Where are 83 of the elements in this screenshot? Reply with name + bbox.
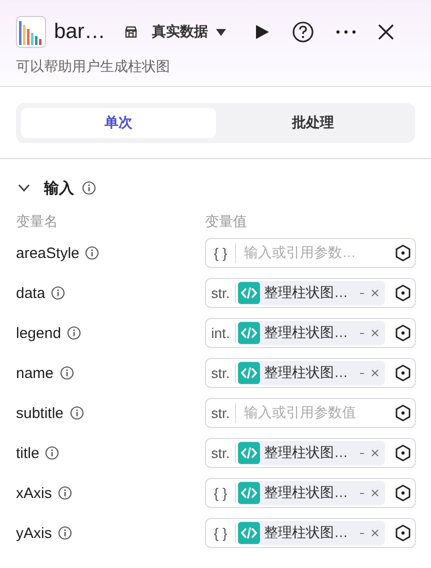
variable-name: areaStyle [16, 244, 80, 262]
input-field[interactable]: str. 整理柱状图… [205, 278, 416, 308]
data-mode-dropdown[interactable]: 真实数据 [152, 23, 226, 41]
variable-name: xAxis [16, 484, 52, 502]
input-field[interactable]: { } 整理柱状图… [205, 478, 416, 508]
code-icon [238, 322, 260, 344]
variable-name: title [16, 444, 40, 462]
input-field[interactable]: { } 整理柱状图… [205, 518, 416, 548]
input-field[interactable]: { } 输入或引用参数… [205, 238, 416, 268]
info-icon [58, 526, 72, 540]
reference-text: 整理柱状图… [264, 444, 348, 462]
variable-picker-icon[interactable] [394, 404, 412, 422]
code-icon [238, 482, 260, 504]
help-icon[interactable] [292, 21, 314, 43]
more-icon[interactable] [336, 30, 356, 34]
code-icon [238, 442, 260, 464]
type-label: str. [206, 363, 236, 383]
dash-icon [360, 532, 364, 534]
variable-name: yAxis [16, 524, 52, 542]
reference-text: 整理柱状图… [264, 284, 348, 302]
code-icon [238, 282, 260, 304]
reference-tag[interactable]: 整理柱状图… [238, 361, 385, 385]
info-icon [82, 181, 96, 195]
dash-icon [360, 332, 364, 334]
variable-name: subtitle [16, 404, 64, 422]
reference-tag[interactable]: 整理柱状图… [238, 521, 385, 545]
section-title: 输入 [44, 178, 74, 198]
type-label: int. [206, 323, 236, 343]
caret-icon [216, 28, 226, 36]
variable-picker-icon[interactable] [394, 444, 412, 462]
description: 可以帮助用户生成柱状图 [16, 58, 171, 76]
reference-tag[interactable]: 整理柱状图… [238, 321, 385, 345]
code-icon [238, 522, 260, 544]
variable-picker-icon[interactable] [394, 324, 412, 342]
reference-text: 整理柱状图… [264, 484, 348, 502]
type-label: { } [206, 243, 236, 263]
code-icon [238, 362, 260, 384]
variable-picker-icon[interactable] [394, 364, 412, 382]
dash-icon [360, 292, 364, 294]
type-label: str. [206, 283, 236, 303]
reference-tag[interactable]: 整理柱状图… [238, 281, 385, 305]
info-icon [45, 446, 60, 460]
store-icon[interactable] [124, 25, 138, 39]
bar-chart-icon [16, 16, 46, 48]
dash-icon [360, 492, 364, 494]
variable-name: data [16, 284, 46, 302]
column-header: 变量值 [205, 213, 248, 231]
play-icon[interactable] [254, 24, 270, 40]
placeholder-text: 输入或引用参数值 [244, 404, 356, 422]
type-label: { } [206, 483, 236, 503]
tab[interactable]: 单次 [21, 108, 216, 138]
info-icon [67, 326, 82, 340]
type-label: str. [206, 443, 236, 463]
input-field[interactable]: str. 整理柱状图… [205, 358, 416, 388]
input-field[interactable]: str. 输入或引用参数值 [205, 398, 416, 428]
info-icon [85, 246, 100, 260]
dash-icon [360, 372, 364, 374]
input-field[interactable]: str. 整理柱状图… [205, 438, 416, 468]
variable-picker-icon[interactable] [394, 524, 412, 542]
reference-text: 整理柱状图… [264, 364, 348, 382]
variable-picker-icon[interactable] [394, 244, 412, 262]
close-icon[interactable] [378, 24, 394, 40]
tab[interactable]: 批处理 [216, 108, 410, 138]
variable-picker-icon[interactable] [394, 284, 412, 302]
variable-name: legend [16, 324, 62, 342]
reference-text: 整理柱状图… [264, 524, 348, 542]
variable-picker-icon[interactable] [394, 484, 412, 502]
chevron-icon[interactable] [18, 184, 30, 192]
info-icon [60, 366, 74, 380]
type-label: { } [206, 523, 236, 543]
variable-name: name [16, 364, 54, 382]
input-field[interactable]: int. 整理柱状图… [205, 318, 416, 348]
reference-text: 整理柱状图… [264, 324, 348, 342]
type-label: str. [206, 403, 236, 423]
dash-icon [360, 452, 364, 454]
node-title: bar… [54, 20, 106, 44]
reference-tag[interactable]: 整理柱状图… [238, 481, 385, 505]
placeholder-text: 输入或引用参数… [244, 244, 356, 262]
info-icon [58, 486, 72, 500]
reference-tag[interactable]: 整理柱状图… [238, 441, 385, 465]
info-icon [51, 286, 66, 300]
column-header: 变量名 [16, 213, 59, 231]
info-icon [70, 406, 84, 420]
